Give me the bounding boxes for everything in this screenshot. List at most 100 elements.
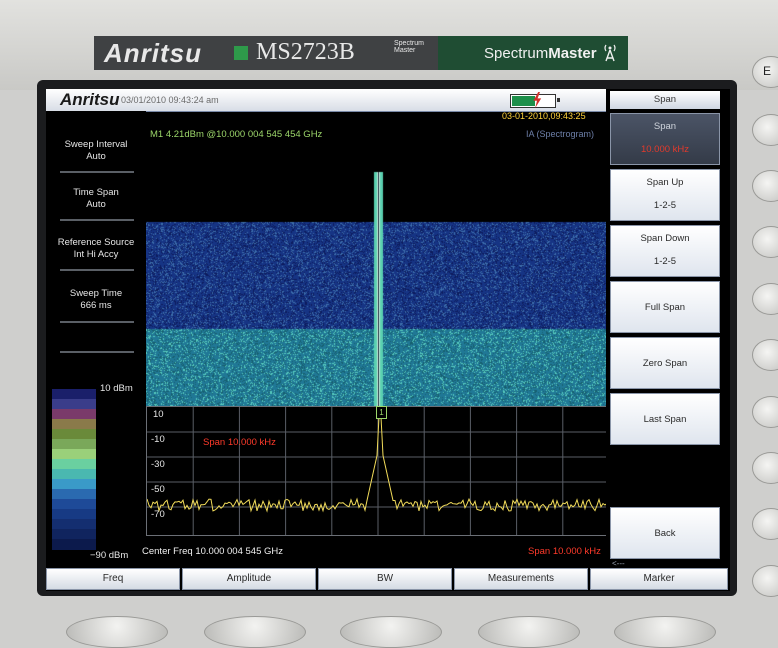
hardware-softkey-9[interactable] <box>752 565 778 597</box>
softkey-label: Span Up <box>646 177 684 188</box>
softkey-column: Span Span 10.000 kHz Span Up 1-2-5 Span … <box>606 89 730 567</box>
colorbar-legend <box>52 389 96 550</box>
info-label: Time Span <box>73 187 119 198</box>
colorbar-swatch <box>52 439 96 450</box>
y-tick-label: -30 <box>151 459 165 470</box>
colorbar-top-label: 10 dBm <box>100 383 133 394</box>
softkey-value: 1-2-5 <box>653 200 677 211</box>
softkey-value: 10.000 kHz <box>640 144 690 155</box>
battery-icon <box>510 92 556 108</box>
softkey-menu-title: Span <box>610 91 720 109</box>
battery-fill <box>512 96 536 106</box>
colorbar-swatch <box>52 479 96 490</box>
softkey-back[interactable]: Back <box>610 507 720 559</box>
product-name-right: Master <box>548 45 597 62</box>
softkey-span[interactable]: Span 10.000 kHz <box>610 113 720 165</box>
colorbar-swatch <box>52 499 96 510</box>
y-tick-label: -50 <box>151 484 165 495</box>
hardware-softkey-4[interactable] <box>752 283 778 315</box>
info-divider <box>60 351 134 353</box>
info-label: Sweep Time <box>69 288 123 299</box>
info-label: Sweep Interval <box>64 139 128 150</box>
product-name-left: Spectrum <box>484 45 549 62</box>
spectrum-graph[interactable]: 10 -10 -30 -50 -70 Span 10.000 kHz 1 <box>146 406 610 536</box>
hardware-softkey-2[interactable] <box>752 170 778 202</box>
info-value: Auto <box>86 199 106 210</box>
softkey-label: Span Down <box>640 233 690 244</box>
product-plate: SpectrumMaster <box>438 36 628 70</box>
colorbar-swatch <box>52 529 96 540</box>
colorbar-swatch <box>52 459 96 470</box>
info-divider <box>60 171 134 173</box>
y-tick-label: 10 <box>153 409 164 420</box>
model-name: MS2723B <box>256 39 355 65</box>
softkey-label: Span <box>653 121 677 132</box>
brand-logo: Anritsu <box>104 38 202 68</box>
hardware-softkey-3[interactable] <box>752 226 778 258</box>
softkey-label: Back <box>654 528 676 539</box>
colorbar-swatch <box>52 399 96 410</box>
trace-timestamp: 03-01-2010,09:43:25 <box>502 111 586 121</box>
softkey-full-span[interactable]: Full Span <box>610 281 720 333</box>
hardware-softkey-1[interactable] <box>752 114 778 146</box>
tab-freq[interactable]: Freq <box>46 568 180 590</box>
marker-tag[interactable]: 1 <box>376 406 387 419</box>
info-value: Int Hi Accy <box>73 249 119 260</box>
hardware-softkey-5[interactable] <box>752 339 778 371</box>
product-name: SpectrumMaster <box>484 45 597 62</box>
hardware-tab-key-3[interactable] <box>340 616 442 648</box>
y-tick-label: -70 <box>151 509 165 520</box>
softkey-label: Zero Span <box>642 358 688 369</box>
softkey-span-down[interactable]: Span Down 1-2-5 <box>610 225 720 277</box>
hardware-softkey-8[interactable] <box>752 508 778 540</box>
colorbar-swatch <box>52 489 96 500</box>
colorbar-swatch <box>52 449 96 460</box>
tab-bw[interactable]: BW <box>318 568 452 590</box>
colorbar-swatch <box>52 389 96 400</box>
softkey-zero-span[interactable]: Zero Span <box>610 337 720 389</box>
status-bar: Anritsu 03/01/2010 09:43:24 am <box>46 89 606 112</box>
battery-tip <box>557 98 560 102</box>
info-label: Reference Source <box>57 237 135 248</box>
colorbar-swatch <box>52 419 96 430</box>
info-value: Auto <box>86 151 106 162</box>
info-sweep-interval: Sweep Interval Auto <box>52 139 140 163</box>
colorbar-swatch <box>52 429 96 440</box>
brand-square-icon <box>234 46 248 60</box>
spectrogram-display[interactable] <box>146 144 610 406</box>
main-menu-tabs: Freq Amplitude BW Measurements Marker <box>46 567 730 591</box>
hardware-tab-key-1[interactable] <box>66 616 168 648</box>
colorbar-swatch <box>52 539 96 550</box>
colorbar-bottom-label: −90 dBm <box>90 550 129 561</box>
info-value: 666 ms <box>80 300 112 311</box>
hardware-tab-key-2[interactable] <box>204 616 306 648</box>
instrument-screen: Anritsu 03/01/2010 09:43:24 am Sweep Int… <box>46 89 730 591</box>
hardware-key-e-label: E <box>763 64 772 78</box>
brand-plate: Anritsu MS2723B Spectrum Master <box>94 36 438 70</box>
colorbar-swatch <box>52 509 96 520</box>
spectrum-trace-svg <box>147 407 609 535</box>
hardware-softkey-6[interactable] <box>752 396 778 428</box>
marker-readout: M1 4.21dBm @10.000 004 545 454 GHz <box>150 129 323 140</box>
colorbar-swatch <box>52 469 96 480</box>
hardware-softkey-7[interactable] <box>752 452 778 484</box>
model-subtitle: Spectrum Master <box>394 40 424 54</box>
hardware-tab-key-5[interactable] <box>614 616 716 648</box>
softkey-label: Last Span <box>643 414 687 425</box>
info-reference-source: Reference Source Int Hi Accy <box>52 237 140 261</box>
span-readout: Span 10.000 kHz <box>528 546 601 557</box>
softkey-last-span[interactable]: Last Span <box>610 393 720 445</box>
y-tick-label: -10 <box>151 434 165 445</box>
softkey-span-up[interactable]: Span Up 1-2-5 <box>610 169 720 221</box>
info-divider <box>60 321 134 323</box>
tab-measurements[interactable]: Measurements <box>454 568 588 590</box>
status-datetime: 03/01/2010 09:43:24 am <box>121 95 219 105</box>
softkey-label: Full Span <box>644 302 686 313</box>
hardware-tab-key-4[interactable] <box>478 616 580 648</box>
info-divider <box>60 269 134 271</box>
tab-amplitude[interactable]: Amplitude <box>182 568 316 590</box>
info-time-span: Time Span Auto <box>52 187 140 211</box>
measurement-mode: IA (Spectrogram) <box>526 129 595 139</box>
tab-marker[interactable]: Marker <box>590 568 728 590</box>
center-frequency: Center Freq 10.000 004 545 GHz <box>142 546 284 557</box>
